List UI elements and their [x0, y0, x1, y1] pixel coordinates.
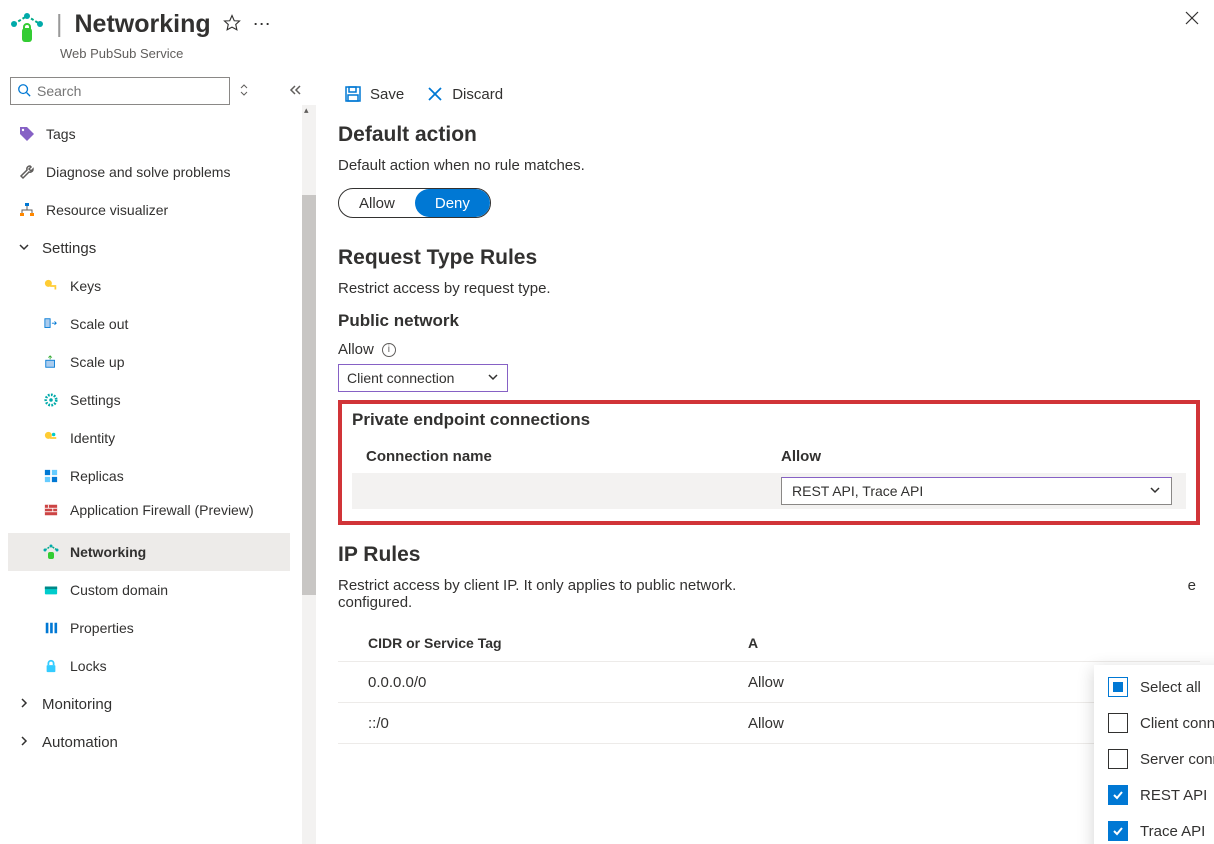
lock-icon: [42, 659, 60, 673]
option-server-connection[interactable]: Server connection: [1094, 741, 1214, 777]
ip-rule-row: ::/0 Allow ···: [338, 703, 1200, 744]
checkbox-checked-icon: [1108, 785, 1128, 805]
sidebar-item-keys[interactable]: Keys: [8, 267, 290, 305]
sidebar-item-replicas[interactable]: Replicas: [8, 457, 290, 495]
search-icon: [17, 83, 31, 100]
hierarchy-icon: [18, 202, 36, 218]
firewall-icon: [42, 503, 60, 517]
sidebar-item-networking[interactable]: Networking: [8, 533, 290, 571]
checkbox-unchecked-icon: [1108, 749, 1128, 769]
request-rules-heading: Request Type Rules: [338, 246, 1200, 270]
toggle-allow[interactable]: Allow: [339, 189, 415, 217]
public-network-heading: Public network: [338, 311, 1200, 331]
column-allow: Allow: [781, 448, 1172, 465]
more-menu-icon[interactable]: ⋯: [253, 14, 272, 35]
close-icon[interactable]: [1184, 10, 1200, 29]
sidebar-item-scale-out[interactable]: Scale out: [8, 305, 290, 343]
sidebar-item-diagnose[interactable]: Diagnose and solve problems: [8, 153, 290, 191]
sidebar-item-resource-visualizer[interactable]: Resource visualizer: [8, 191, 290, 229]
ip-rules-heading: IP Rules: [338, 543, 1200, 567]
sidebar-search[interactable]: [10, 77, 230, 105]
sidebar-group-settings[interactable]: Settings: [8, 229, 290, 267]
public-allow-select[interactable]: Client connection: [338, 364, 508, 392]
chevron-down-icon: [1149, 483, 1161, 499]
chevron-down-icon: [18, 240, 32, 257]
sidebar-item-locks[interactable]: Locks: [8, 647, 290, 685]
sidebar-item-properties[interactable]: Properties: [8, 609, 290, 647]
checkbox-unchecked-icon: [1108, 713, 1128, 733]
column-cidr: CIDR or Service Tag: [368, 635, 748, 651]
scale-out-icon: [42, 317, 60, 331]
save-button[interactable]: Save: [344, 85, 404, 103]
web-pubsub-icon: [8, 10, 46, 48]
sidebar-item-custom-domain[interactable]: Custom domain: [8, 571, 290, 609]
checkbox-indeterminate-icon: [1108, 677, 1128, 697]
sidebar-search-input[interactable]: [37, 83, 223, 99]
properties-icon: [42, 621, 60, 635]
sidebar-group-monitoring[interactable]: Monitoring: [8, 685, 290, 723]
request-rules-desc: Restrict access by request type.: [338, 280, 1200, 297]
identity-icon: [42, 431, 60, 445]
wrench-icon: [18, 164, 36, 180]
ip-rules-desc: Restrict access by client IP. It only ap…: [338, 577, 1200, 611]
private-endpoints-highlight: Private endpoint connections Connection …: [338, 400, 1200, 525]
sidebar-item-identity[interactable]: Identity: [8, 419, 290, 457]
replicas-icon: [42, 469, 60, 483]
ip-rule-row: 0.0.0.0/0 Allow ···: [338, 662, 1200, 703]
info-icon[interactable]: i: [382, 343, 396, 357]
option-trace-api[interactable]: Trace API: [1094, 813, 1214, 844]
domain-icon: [42, 583, 60, 597]
discard-button[interactable]: Discard: [426, 85, 503, 103]
networking-icon: [42, 544, 60, 560]
option-select-all[interactable]: Select all: [1094, 669, 1214, 705]
private-allow-select[interactable]: REST API, Trace API: [781, 477, 1172, 505]
chevron-down-icon: [487, 370, 499, 386]
page-title: Networking: [75, 10, 211, 39]
gear-icon: [42, 393, 60, 407]
sidebar-item-settings[interactable]: Settings: [8, 381, 290, 419]
default-action-desc: Default action when no rule matches.: [338, 157, 1200, 174]
key-icon: [42, 279, 60, 293]
sidebar-group-automation[interactable]: Automation: [8, 723, 290, 761]
chevron-right-icon: [18, 696, 32, 713]
scroll-up-icon[interactable]: ▴: [304, 105, 309, 116]
sidebar-item-tags[interactable]: Tags: [8, 115, 290, 153]
checkbox-checked-icon: [1108, 821, 1128, 841]
option-client-connection[interactable]: Client connection: [1094, 705, 1214, 741]
sidebar-item-scale-up[interactable]: Scale up: [8, 343, 290, 381]
collapse-sidebar-icon[interactable]: [288, 83, 302, 100]
sidebar-item-firewall[interactable]: Application Firewall (Preview): [8, 495, 290, 533]
column-connection-name: Connection name: [366, 448, 781, 465]
favorite-star-icon[interactable]: [223, 14, 241, 35]
scale-up-icon: [42, 355, 60, 369]
default-action-toggle[interactable]: Allow Deny: [338, 188, 491, 218]
private-endpoint-row: REST API, Trace API: [352, 473, 1186, 509]
option-rest-api[interactable]: REST API: [1094, 777, 1214, 813]
private-heading: Private endpoint connections: [352, 410, 1186, 430]
tag-icon: [18, 126, 36, 142]
allow-label: Allow i: [338, 341, 1200, 358]
allow-dropdown-panel: Select all Client connection Server conn…: [1094, 665, 1214, 844]
default-action-heading: Default action: [338, 123, 1200, 147]
toggle-deny[interactable]: Deny: [415, 189, 490, 217]
column-action: A: [748, 635, 1170, 651]
chevron-right-icon: [18, 734, 32, 751]
page-header: | Networking ⋯: [0, 0, 1214, 54]
expand-collapse-icon[interactable]: [238, 83, 250, 100]
